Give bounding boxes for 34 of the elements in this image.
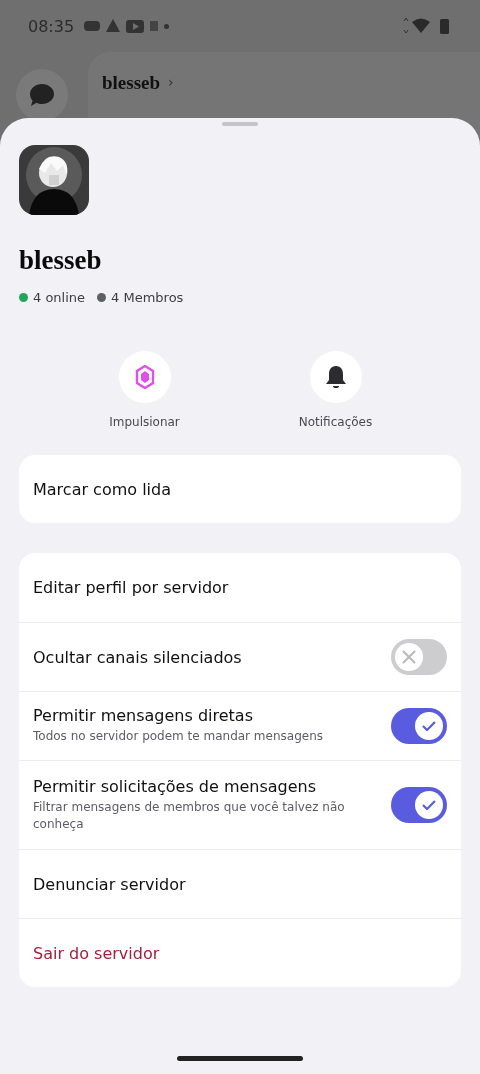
check-icon	[422, 721, 436, 731]
setting-label: Permitir mensagens diretas	[33, 706, 254, 726]
online-dot	[19, 293, 28, 302]
setting-label: Permitir solicitações de mensagens	[33, 776, 318, 796]
setting-description: Filtrar mensagens de membros que você talvez não conheça	[33, 798, 346, 833]
warning-icon	[106, 19, 121, 33]
menu-item[interactable]: Editar perfil por servidor	[33, 578, 447, 597]
bell-icon	[323, 364, 348, 390]
toggle-switch[interactable]	[391, 708, 447, 744]
toggle-switch[interactable]	[391, 787, 447, 823]
check-icon	[422, 800, 436, 810]
dot-icon	[164, 23, 170, 29]
menu-item[interactable]: Marcar como lida	[33, 479, 171, 499]
menu-item[interactable]: Sair do servidor	[33, 943, 447, 963]
close-icon	[402, 650, 416, 664]
gem-icon	[134, 365, 155, 389]
chat-bubble-icon	[29, 83, 55, 107]
menu-item[interactable]: Denunciar servidor	[33, 874, 447, 894]
setting-description: Todos no servidor podem te mandar mensagens	[33, 728, 324, 746]
server-name: blesseb	[19, 245, 103, 276]
toggle-switch[interactable]	[391, 639, 447, 675]
gamepad-icon	[84, 20, 101, 32]
channel-title[interactable]: blesseb	[102, 72, 161, 94]
messages-button[interactable]	[16, 69, 68, 121]
action-label: Impulsionar	[109, 415, 180, 429]
action-label: Notificações	[298, 415, 373, 429]
chevron-icon: ›	[168, 74, 174, 90]
members-dot	[97, 293, 107, 302]
status-time: 08:35	[28, 16, 75, 36]
drag-handle[interactable]	[222, 122, 258, 126]
video-icon	[126, 19, 145, 33]
setting-label: Ocultar canais silenciados	[33, 647, 243, 667]
online-count: 4 online	[33, 290, 86, 305]
member-count: 4 Membros	[111, 290, 184, 305]
